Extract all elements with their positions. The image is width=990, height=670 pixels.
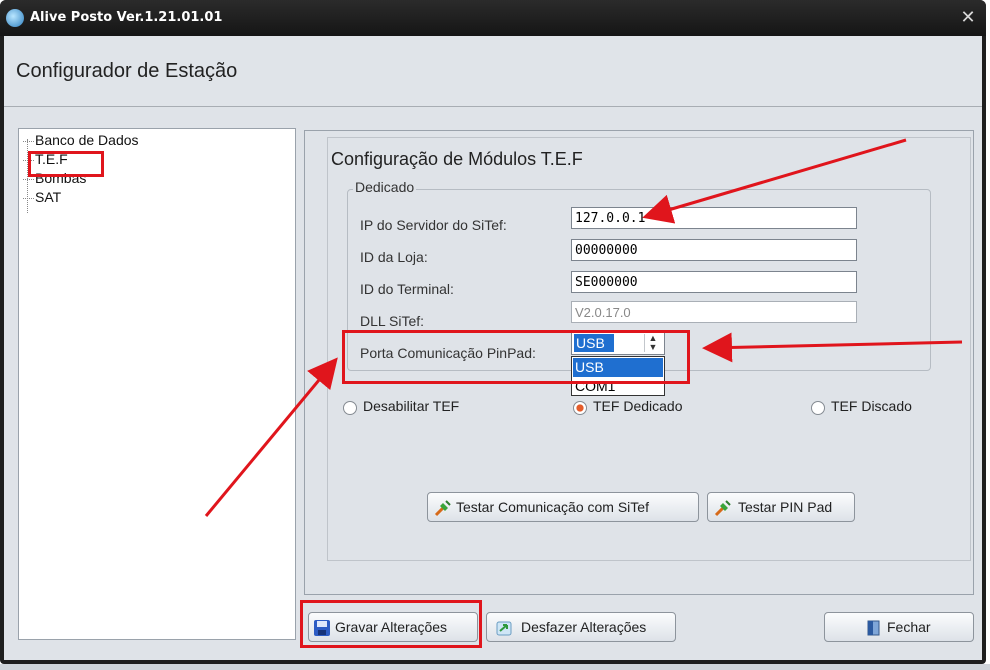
group-title: Dedicado: [353, 179, 417, 195]
plug-icon: [714, 500, 731, 517]
tree-connector: [23, 198, 34, 199]
dll-label: DLL SiTef:: [360, 313, 425, 329]
door-exit-icon: [867, 620, 880, 636]
tree-connector: [23, 179, 34, 180]
loja-field[interactable]: 00000000: [571, 239, 857, 261]
annotation-box-tef: [28, 151, 104, 177]
ip-field[interactable]: 127.0.0.1: [571, 207, 857, 229]
fechar-label: Fechar: [887, 619, 931, 635]
desfazer-label: Desfazer Alterações: [521, 619, 647, 635]
close-icon[interactable]: ✕: [956, 6, 980, 30]
terminal-field[interactable]: SE000000: [571, 271, 857, 293]
page-title: Configurador de Estação: [16, 60, 238, 82]
radio-dedicado-label: TEF Dedicado: [593, 398, 683, 414]
radio-desabilitar-label: Desabilitar TEF: [363, 398, 460, 414]
section-title: Configuração de Módulos T.E.F: [331, 149, 583, 169]
annotation-box-gravar: [300, 600, 482, 648]
window-bottom-edge: [0, 664, 990, 670]
header: Configurador de Estação: [4, 36, 982, 107]
radio-desabilitar-tef[interactable]: [343, 401, 357, 415]
fechar-button[interactable]: Fechar: [824, 612, 974, 642]
radio-discado-label: TEF Discado: [831, 398, 912, 414]
window-title: Alive Posto Ver.1.21.01.01: [30, 10, 223, 25]
tree-item-banco-de-dados[interactable]: Banco de Dados: [35, 132, 139, 148]
undo-icon: [496, 621, 512, 636]
module-tree: Banco de Dados T.E.F Bombas SAT: [18, 128, 296, 640]
loja-label: ID da Loja:: [360, 249, 428, 265]
app-logo-icon: [6, 9, 24, 27]
dll-field: V2.0.17.0: [571, 301, 857, 323]
annotation-box-porta: [342, 330, 690, 384]
ip-label: IP do Servidor do SiTef:: [360, 217, 507, 233]
testar-pinpad-label: Testar PIN Pad: [738, 499, 833, 515]
tree-connector: [23, 141, 34, 142]
testar-pinpad-button[interactable]: Testar PIN Pad: [707, 492, 855, 522]
tree-item-sat[interactable]: SAT: [35, 189, 61, 205]
plug-icon: [434, 500, 451, 517]
radio-tef-discado[interactable]: [811, 401, 825, 415]
desfazer-alteracoes-button[interactable]: Desfazer Alterações: [486, 612, 676, 642]
testar-sitef-button[interactable]: Testar Comunicação com SiTef: [427, 492, 699, 522]
radio-tef-dedicado[interactable]: [573, 401, 587, 415]
testar-sitef-label: Testar Comunicação com SiTef: [456, 499, 649, 515]
terminal-label: ID do Terminal:: [360, 281, 454, 297]
title-bar[interactable]: Alive Posto Ver.1.21.01.01 ✕: [0, 0, 986, 36]
